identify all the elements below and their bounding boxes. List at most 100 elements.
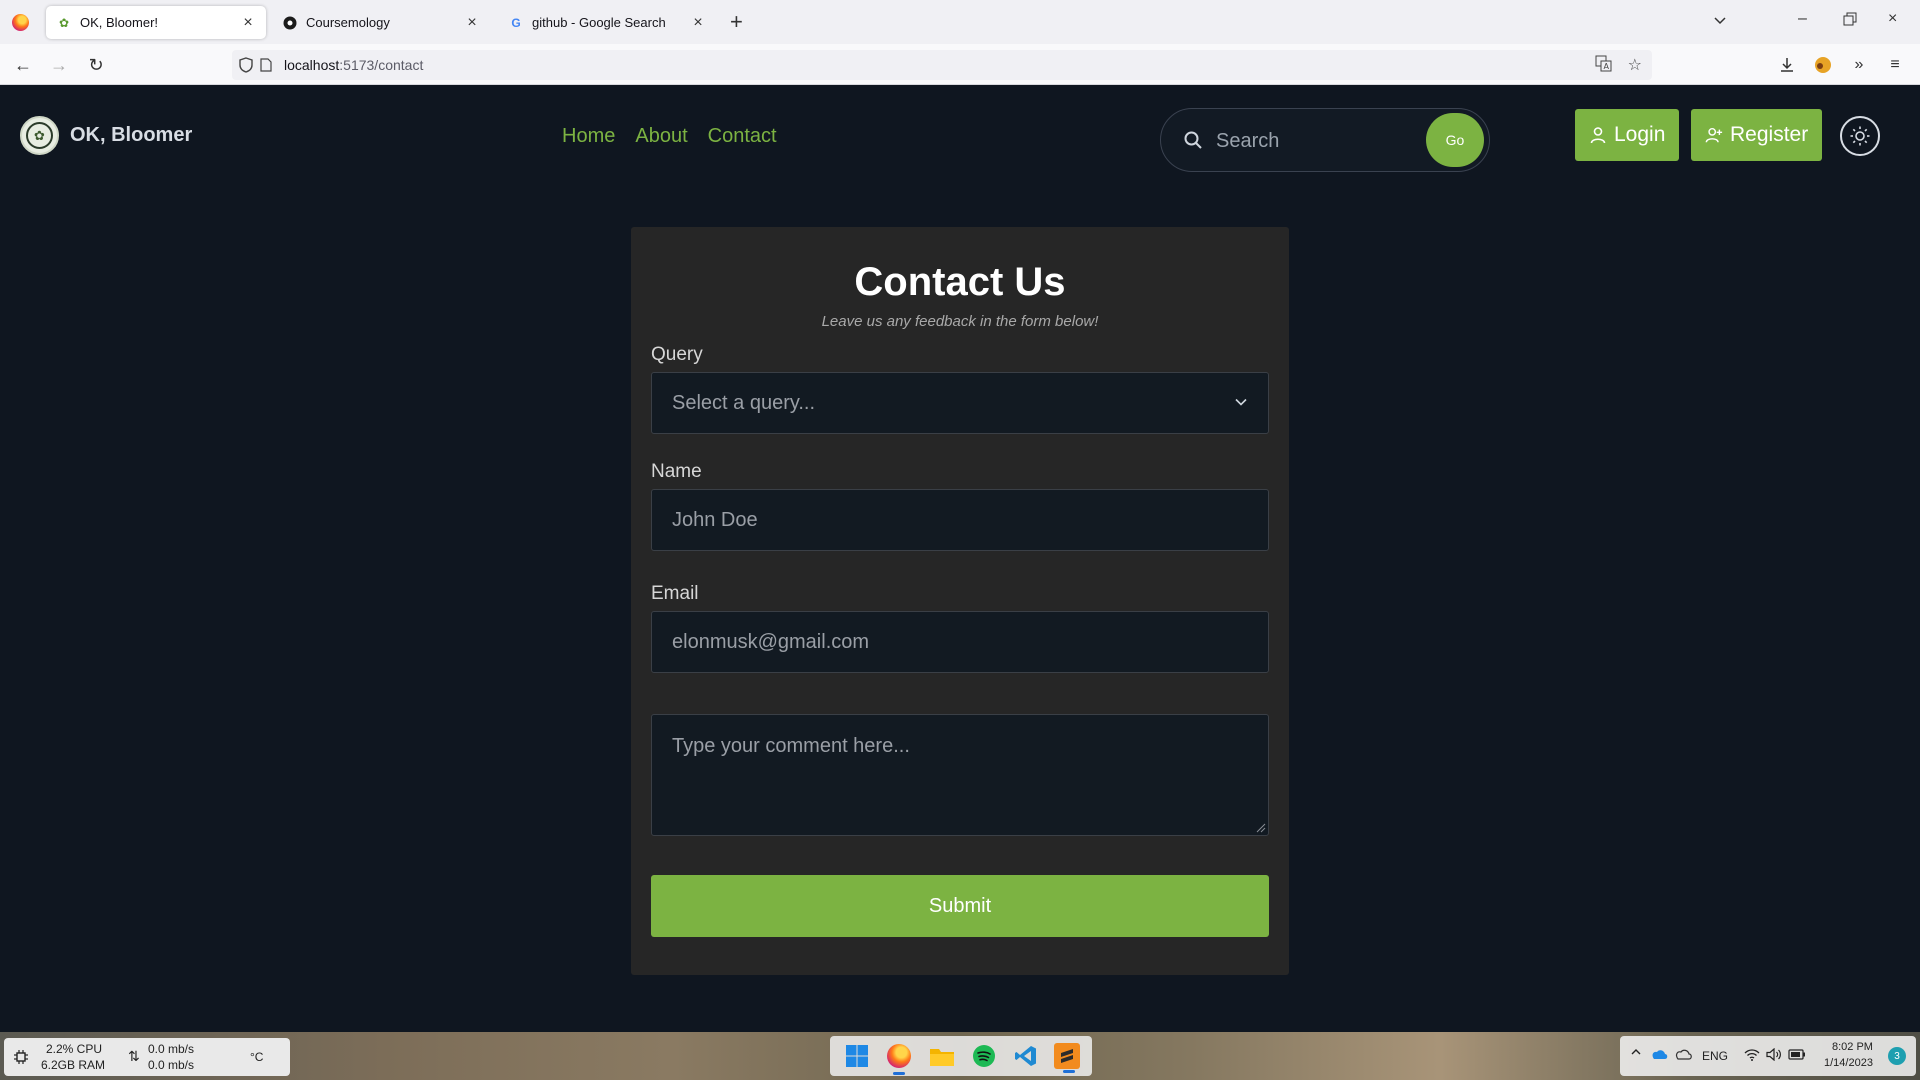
net-download: 0.0 mb/s: [148, 1058, 195, 1072]
comment-textarea[interactable]: Type your comment here...: [651, 714, 1269, 836]
form-subtitle: Leave us any feedback in the form below!: [821, 313, 1099, 330]
resize-grip-icon[interactable]: [1254, 821, 1266, 833]
go-button[interactable]: Go: [1426, 113, 1484, 167]
spotify-icon[interactable]: [969, 1041, 999, 1071]
onedrive-icon[interactable]: [1650, 1048, 1668, 1063]
temperature: °C: [250, 1050, 264, 1064]
form-title: Contact Us: [854, 260, 1066, 304]
theme-toggle-button[interactable]: [1840, 116, 1880, 156]
login-label: Login: [1614, 123, 1666, 146]
leaf-icon: ✿: [58, 15, 70, 30]
windows-taskbar: 2.2% CPU 6.2GB RAM ⇅ 0.0 mb/s 0.0 mb/s °…: [0, 1032, 1920, 1080]
net-upload: 0.0 mb/s: [148, 1042, 195, 1056]
firefox-taskbar-icon[interactable]: [884, 1041, 914, 1075]
page-icon: [256, 55, 276, 75]
sun-icon: [1850, 126, 1870, 146]
tab-ok-bloomer[interactable]: ✿ OK, Bloomer! ×: [46, 6, 266, 39]
tab-coursemology[interactable]: Coursemology ×: [272, 6, 490, 39]
website: ✿ OK, Bloomer Home About Contact Go Logi…: [0, 85, 1920, 1032]
tab-title: OK, Bloomer!: [80, 15, 159, 30]
notification-badge[interactable]: 3: [1888, 1047, 1906, 1065]
clock-time[interactable]: 8:02 PM: [1832, 1041, 1873, 1053]
restore-icon[interactable]: [1843, 12, 1857, 31]
translate-icon[interactable]: A: [1595, 55, 1612, 77]
browser-tab-bar: ✿ OK, Bloomer! × Coursemology × G github…: [0, 0, 1920, 44]
address-bar[interactable]: localhost:5173/contact A ☆: [232, 50, 1652, 80]
contact-form-card: Contact Us Leave us any feedback in the …: [631, 227, 1289, 975]
new-tab-button[interactable]: +: [730, 9, 743, 35]
battery-icon[interactable]: [1788, 1048, 1806, 1064]
name-input[interactable]: John Doe: [651, 489, 1269, 551]
name-label: Name: [651, 461, 702, 482]
email-input[interactable]: elonmusk@gmail.com: [651, 611, 1269, 673]
cpu-chip-icon: [14, 1050, 28, 1064]
search-icon: [1184, 131, 1202, 149]
svg-text:A: A: [1603, 62, 1609, 71]
site-search: Go: [1160, 108, 1490, 172]
brand-logo-icon: ✿: [20, 116, 59, 155]
language-indicator[interactable]: ENG: [1702, 1049, 1728, 1063]
sublime-text-icon[interactable]: [1053, 1043, 1080, 1073]
login-button[interactable]: Login: [1575, 109, 1680, 161]
firefox-icon[interactable]: [12, 14, 29, 31]
user-icon: [1590, 127, 1606, 144]
query-selected-value: Select a query...: [672, 391, 816, 414]
minimize-icon[interactable]: –: [1798, 10, 1807, 28]
clock-date[interactable]: 1/14/2023: [1824, 1057, 1873, 1069]
nav-about[interactable]: About: [635, 125, 687, 148]
comment-placeholder: Type your comment here...: [672, 735, 910, 757]
url-host: localhost: [284, 57, 340, 73]
back-icon[interactable]: ←: [12, 54, 34, 76]
cpu-usage: 2.2% CPU: [46, 1042, 103, 1056]
search-input[interactable]: [1216, 125, 1416, 157]
chevron-down-icon: [1235, 398, 1247, 406]
taskbar-apps: [830, 1036, 1092, 1076]
system-tray: ENG 8:02 PM 1/14/2023 3: [1620, 1036, 1916, 1076]
close-window-icon[interactable]: ×: [1888, 10, 1897, 28]
file-explorer-icon[interactable]: [927, 1041, 957, 1071]
bookmark-star-icon[interactable]: ☆: [1628, 55, 1642, 77]
tab-google-search[interactable]: G github - Google Search ×: [498, 6, 716, 39]
address-bar-actions: A ☆: [1595, 55, 1642, 77]
more-tools-icon[interactable]: »: [1848, 54, 1870, 76]
cloud-icon[interactable]: [1674, 1048, 1692, 1063]
nav-contact[interactable]: Contact: [708, 125, 777, 148]
volume-icon[interactable]: [1766, 1047, 1782, 1064]
google-icon: G: [511, 15, 521, 30]
windows-start-icon[interactable]: [842, 1041, 872, 1071]
reload-icon[interactable]: ↻: [85, 54, 107, 76]
wifi-icon[interactable]: [1744, 1048, 1760, 1064]
system-monitor-widget[interactable]: 2.2% CPU 6.2GB RAM ⇅ 0.0 mb/s 0.0 mb/s °…: [4, 1038, 290, 1076]
email-label: Email: [651, 583, 699, 604]
tab-title: github - Google Search: [532, 15, 666, 30]
coursemology-icon: [282, 15, 298, 31]
shield-icon[interactable]: [236, 55, 256, 75]
url-path: :5173/contact: [339, 57, 424, 73]
network-arrows-icon: ⇅: [128, 1048, 140, 1064]
forward-icon[interactable]: →: [48, 54, 70, 76]
email-placeholder: elonmusk@gmail.com: [672, 630, 870, 653]
tab-title: Coursemology: [306, 15, 390, 30]
name-placeholder: John Doe: [672, 508, 758, 531]
browser-toolbar: ← → ↻ localhost:5173/contact A ☆ » ≡: [0, 44, 1920, 85]
ram-usage: 6.2GB RAM: [41, 1058, 106, 1072]
site-nav: Home About Contact: [562, 125, 777, 148]
site-brand[interactable]: ✿ OK, Bloomer: [20, 116, 192, 155]
close-tab-icon[interactable]: ×: [464, 14, 480, 32]
query-label: Query: [651, 344, 703, 365]
nav-home[interactable]: Home: [562, 125, 615, 148]
account-avatar-icon[interactable]: [1812, 54, 1834, 76]
vscode-icon[interactable]: [1011, 1041, 1041, 1071]
downloads-icon[interactable]: [1776, 54, 1798, 76]
submit-button[interactable]: Submit: [651, 875, 1269, 937]
list-all-tabs-icon[interactable]: [1712, 12, 1728, 28]
user-plus-icon: [1705, 127, 1723, 143]
register-label: Register: [1730, 123, 1809, 146]
close-tab-icon[interactable]: ×: [240, 14, 256, 32]
menu-icon[interactable]: ≡: [1884, 54, 1906, 76]
brand-name: OK, Bloomer: [70, 124, 193, 146]
register-button[interactable]: Register: [1691, 109, 1823, 161]
close-tab-icon[interactable]: ×: [690, 14, 706, 32]
chevron-up-icon[interactable]: [1630, 1046, 1642, 1061]
query-select[interactable]: Select a query...: [651, 372, 1269, 434]
